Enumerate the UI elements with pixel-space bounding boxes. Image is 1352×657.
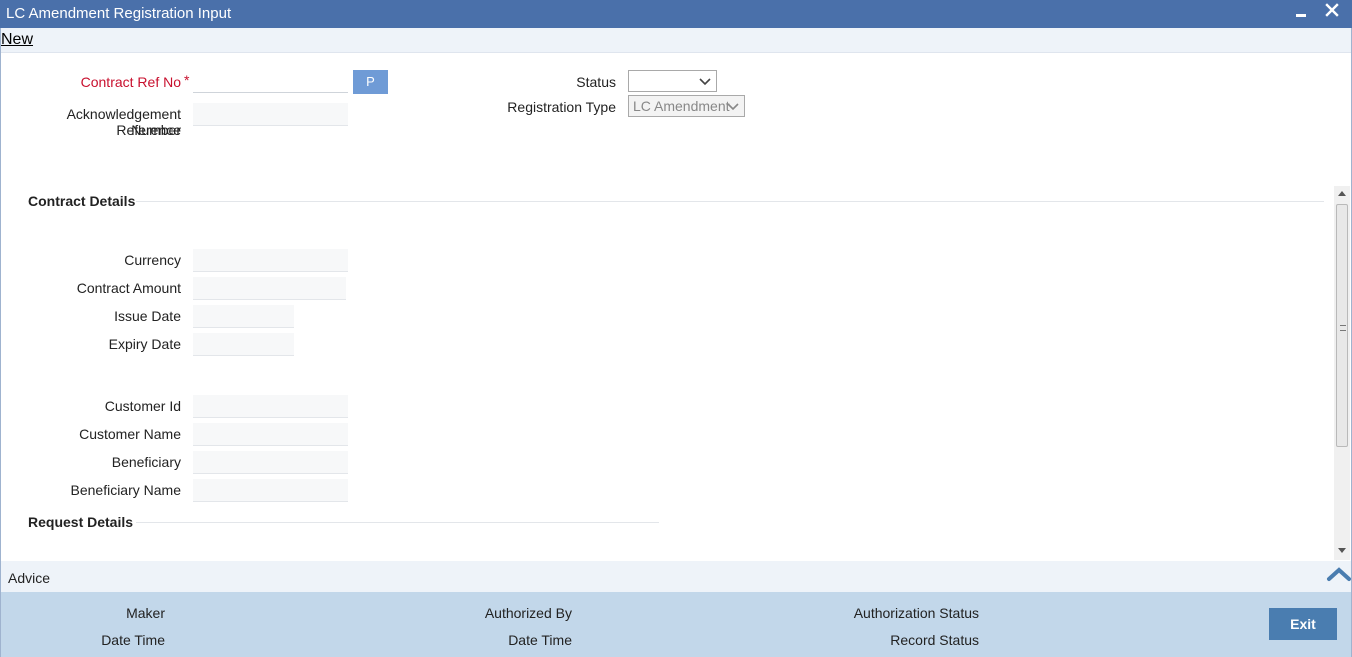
ack-ref-label-line2: Number <box>131 122 181 138</box>
contract-amount-label: Contract Amount <box>76 280 181 296</box>
beneficiary-name-input <box>193 479 348 502</box>
menu-bar: New <box>0 28 1352 53</box>
window-title: LC Amendment Registration Input <box>6 5 232 22</box>
maker-label: Maker <box>126 605 165 621</box>
request-details-title: Request Details <box>28 514 134 530</box>
chevron-down-icon <box>726 99 740 113</box>
beneficiary-input <box>193 451 348 474</box>
authorized-by-label: Authorized By <box>484 605 572 621</box>
registration-type-value: LC Amendment <box>633 98 730 114</box>
contract-details-title: Contract Details <box>28 193 136 209</box>
customer-id-label: Customer Id <box>104 398 181 414</box>
customer-name-label: Customer Name <box>79 426 181 442</box>
vertical-scrollbar[interactable] <box>1334 186 1350 560</box>
beneficiary-name-label: Beneficiary Name <box>70 482 182 498</box>
scroll-down-icon[interactable] <box>1338 548 1346 553</box>
beneficiary-label: Beneficiary <box>111 454 181 470</box>
expiry-date-label: Expiry Date <box>108 336 181 352</box>
issue-date-input <box>193 305 294 328</box>
contract-amount-input <box>193 277 346 300</box>
auth-datetime-label: Date Time <box>508 632 572 648</box>
close-icon[interactable] <box>1322 0 1342 20</box>
section-divider <box>136 201 1324 202</box>
audit-footer: Maker Date Time Authorized By Date Time … <box>0 592 1352 657</box>
scroll-thumb[interactable] <box>1336 204 1348 447</box>
new-link[interactable]: New <box>1 31 33 49</box>
advice-bar: Advice <box>0 561 1352 592</box>
status-label: Status <box>576 74 616 90</box>
registration-type-label: Registration Type <box>507 99 616 115</box>
currency-label: Currency <box>124 252 181 268</box>
advice-label[interactable]: Advice <box>8 570 50 586</box>
customer-name-input <box>193 423 348 446</box>
ack-ref-input <box>193 103 348 126</box>
contract-ref-label: Contract Ref No <box>80 74 181 90</box>
chevron-up-icon[interactable] <box>1326 564 1352 584</box>
exit-button[interactable]: Exit <box>1269 608 1337 640</box>
grip-icon <box>1340 325 1346 331</box>
contract-ref-input[interactable] <box>193 70 348 93</box>
registration-type-select: LC Amendment <box>628 95 745 117</box>
customer-id-input <box>193 395 348 418</box>
currency-input <box>193 249 348 272</box>
title-bar: LC Amendment Registration Input <box>0 0 1352 28</box>
expiry-date-input <box>193 333 294 356</box>
record-status-label: Record Status <box>890 632 979 648</box>
status-select[interactable] <box>628 70 717 92</box>
authorization-status-label: Authorization Status <box>853 605 979 621</box>
section-divider <box>136 522 659 523</box>
maker-datetime-label: Date Time <box>101 632 165 648</box>
p-button[interactable]: P <box>353 70 388 94</box>
required-mark: * <box>184 72 190 88</box>
minimize-icon[interactable] <box>1292 4 1310 22</box>
issue-date-label: Issue Date <box>114 308 181 324</box>
scroll-up-icon[interactable] <box>1338 191 1346 196</box>
chevron-down-icon <box>698 74 712 88</box>
